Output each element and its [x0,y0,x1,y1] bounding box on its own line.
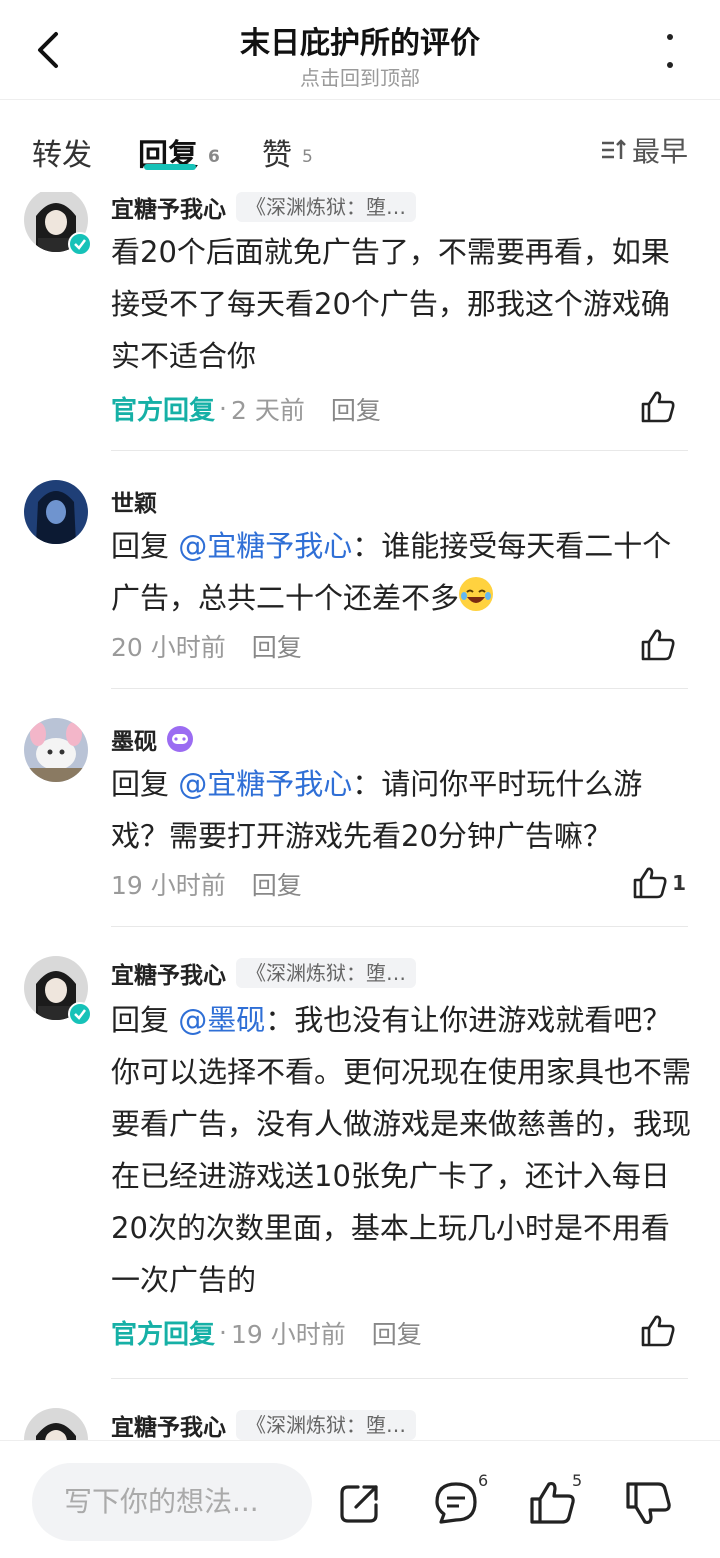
reply-prefix: 回复 [111,1003,170,1037]
comment-text: 回复 @墨砚：我也没有让你进游戏就看吧？你可以选择不看。更何况现在使用家具也不需… [111,994,691,1306]
comment-text: 看20个后面就免广告了，不需要再看，如果接受不了每天看20个广告，那我这个游戏确… [111,235,670,373]
comment-list[interactable]: 宜糖予我心 《深渊炼狱：堕… 看20个后面就免广告了，不需要再看，如果接受不了每… [0,192,720,1440]
gamepad-badge-icon [167,726,193,752]
user-name[interactable]: 世颖 [111,484,157,518]
verified-badge-icon [68,1002,92,1026]
like-count: 5 [572,1471,583,1490]
mention-link[interactable]: @宜糖予我心 [178,529,352,563]
thumbs-up-icon [641,1315,675,1347]
laughing-emoji-icon [459,577,494,611]
timestamp: 19 小时前 [111,871,226,900]
reply-button[interactable]: 回复 [331,391,381,427]
comment-body: ：我也没有让你进游戏就看吧？你可以选择不看。更何况现在使用家具也不需要看广告，没… [111,1003,692,1297]
avatar[interactable] [24,1408,88,1440]
reply-button[interactable]: 回复 [372,1315,422,1351]
like-button[interactable] [640,628,680,662]
sort-icon [601,139,626,159]
sort-label: 最早 [631,135,688,168]
tab-count: 5 [302,147,313,167]
thumbs-up-icon [633,867,667,899]
avatar[interactable] [24,718,88,782]
like-button[interactable] [640,390,680,424]
like-button[interactable] [640,1314,680,1348]
verified-badge-icon [68,232,92,256]
more-dot-icon [667,62,673,68]
page-title[interactable]: 末日庇护所的评价 [0,18,720,62]
game-tag[interactable]: 《深渊炼狱：堕… [236,192,416,222]
comments-button[interactable] [432,1479,480,1527]
reply-prefix: 回复 [111,529,170,563]
user-name[interactable]: 墨砚 [111,722,157,756]
tab-label: 赞 [262,138,292,173]
comment-input[interactable]: 写下你的想法... [32,1463,312,1541]
game-tag[interactable]: 《深渊炼狱：堕… [236,1410,416,1440]
comment-count: 6 [478,1471,489,1490]
like-button[interactable]: 1 [632,866,686,900]
comment-bubble-icon [435,1482,477,1524]
divider [111,450,688,451]
game-tag[interactable]: 《深渊炼狱：堕… [236,958,416,988]
thumbs-up-icon [641,629,675,661]
share-button[interactable] [336,1479,384,1527]
sort-button[interactable]: 最早 [600,130,688,170]
divider [111,926,688,927]
official-reply-label: 官方回复 [111,396,216,426]
bottom-action-bar: 写下你的想法... 6 5 [0,1440,720,1558]
timestamp: 20 小时前 [111,633,226,662]
avatar[interactable] [24,480,88,544]
comment-text: 回复 @宜糖予我心：谁能接受每天看二十个广告，总共二十个还差不多 [111,520,691,624]
active-tab-indicator [144,164,196,170]
back-to-top-hint[interactable]: 点击回到顶部 [0,62,720,91]
top-bar: 末日庇护所的评价 点击回到顶部 [0,0,720,100]
share-icon [340,1485,378,1523]
thumbs-up-icon [641,391,675,423]
divider [111,1378,688,1379]
mention-link[interactable]: @墨砚 [178,1003,265,1037]
thumbs-up-icon [530,1481,575,1524]
tab-label: 转发 [32,138,92,173]
official-reply-label: 官方回复 [111,1320,216,1350]
tab-count: 6 [208,147,220,167]
like-count: 1 [672,871,686,895]
reply-button[interactable]: 回复 [252,866,302,902]
user-name[interactable]: 宜糖予我心 [111,956,226,990]
more-options-button[interactable] [660,34,680,68]
mention-link[interactable]: @宜糖予我心 [178,767,352,801]
tab-likes[interactable]: 赞5 [262,130,313,174]
more-dot-icon [667,34,673,40]
reply-button[interactable]: 回复 [252,628,302,664]
comment-text: 回复 @宜糖予我心：请问你平时玩什么游戏？需要打开游戏先看20分钟广告嘛？ [111,758,691,862]
like-post-button[interactable] [528,1479,576,1527]
tab-bar: 转发 回复 6 赞5 最早 [0,100,720,192]
user-name[interactable]: 宜糖予我心 [111,192,226,224]
timestamp: 19 小时前 [230,1319,346,1349]
tab-repost[interactable]: 转发 [32,130,92,174]
divider [111,688,688,689]
thumbs-down-icon [626,1482,671,1525]
dislike-button[interactable] [624,1479,672,1527]
timestamp: 2 天前 [230,395,305,425]
user-name[interactable]: 宜糖予我心 [111,1408,226,1440]
reply-prefix: 回复 [111,767,170,801]
